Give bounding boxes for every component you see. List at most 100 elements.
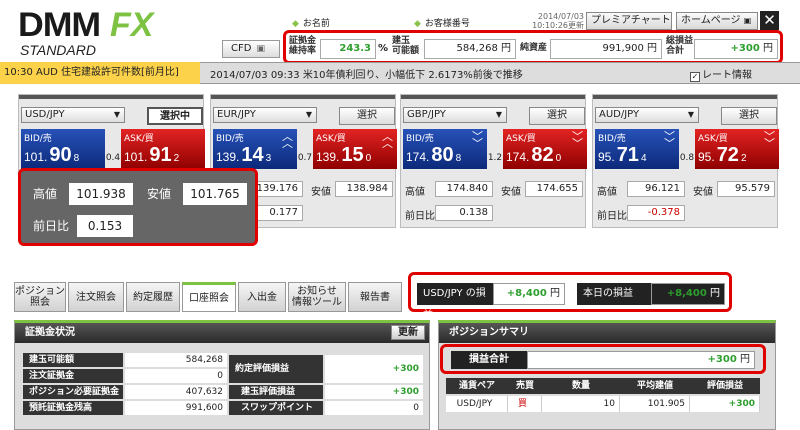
- bid-button[interactable]: BID/売 ﹀ ﹀ 174. 80 8: [403, 129, 487, 169]
- tab-execution-history[interactable]: 約定履歴: [126, 282, 180, 312]
- low-value: 138.984: [335, 181, 393, 197]
- total-pl-value: +300 円: [527, 351, 755, 369]
- economic-ticker[interactable]: 10:30 AUD 住宅建設許可件数[前月比]: [0, 62, 200, 84]
- rate-panel-gbpjpy: GBP/JPY ▼ 選択 BID/売 ﹀ ﹀ 174. 80 8 1.2 ASK/買 ﹀ ﹀ 17…: [400, 94, 587, 228]
- customer-name-label: ◆ お名前: [292, 19, 330, 29]
- high-label: 高値: [33, 187, 58, 201]
- select-button[interactable]: 選択: [721, 107, 777, 125]
- low-label: 安値: [311, 187, 331, 198]
- high-value: 174.840: [435, 181, 493, 197]
- select-button[interactable]: 選択: [529, 107, 585, 125]
- high-label: 高値: [597, 187, 617, 198]
- tab-positions[interactable]: ポジション 照会: [14, 282, 66, 312]
- bid-button[interactable]: BID/売 ﹀ ﹀ 95. 71 4: [595, 129, 679, 169]
- brand-logo-fx: FX: [110, 6, 154, 44]
- col-header[interactable]: 評価損益: [690, 378, 760, 394]
- homepage-button[interactable]: ホームページ ▣: [676, 12, 758, 30]
- bid-button[interactable]: BID/売 101. 90 8: [21, 129, 105, 169]
- ask-button[interactable]: ASK/買 101. 91 2: [121, 129, 205, 169]
- tab-orders[interactable]: 注文照会: [68, 282, 124, 312]
- tab-account[interactable]: 口座照会: [182, 282, 236, 312]
- row-label: 建玉可能額: [23, 353, 123, 367]
- total-pl-highlight: 損益合計 +300 円: [440, 344, 766, 374]
- col-header[interactable]: 数量: [542, 378, 620, 394]
- row-value: 991,600: [125, 401, 227, 415]
- news-headline[interactable]: 2014/07/03 09:33 米10年債利回り、小幅低下 2.6173%前後…: [210, 66, 523, 81]
- position-summary-title: ポジションサマリ: [439, 323, 775, 343]
- update-timestamp: 2014/07/03 10:10:26更新: [532, 12, 584, 30]
- close-button[interactable]: ✕: [760, 11, 779, 30]
- chevron-down-icon: ▼: [305, 110, 312, 119]
- position-pl-label: 建玉評価損益: [229, 385, 323, 399]
- available-amount-value: 584,268 円: [424, 39, 516, 59]
- pair-select[interactable]: EUR/JPY ▼: [213, 107, 317, 123]
- position-summary-section: ポジションサマリ: [438, 320, 776, 430]
- low-value: 101.765: [183, 183, 247, 205]
- row-label: 注文証拠金: [23, 369, 123, 383]
- today-pnl-label: 本日の損益: [577, 283, 651, 305]
- change-value: 0.138: [435, 205, 493, 221]
- select-button[interactable]: 選択中: [147, 107, 203, 125]
- change-label: 前日比: [597, 211, 627, 222]
- checkbox-icon: ✓: [690, 72, 700, 82]
- tab-reports[interactable]: 報告書: [348, 282, 402, 312]
- margin-status-title: 証拠金状況 更新: [15, 323, 429, 343]
- spread-value: 0.4: [105, 153, 121, 163]
- cell-pl: +300: [690, 396, 760, 412]
- row-value: 407,632: [125, 385, 227, 399]
- row-label: ポジション必要証拠金: [23, 385, 123, 399]
- ask-button[interactable]: ASK/買 ﹀ ﹀ 95. 72 2: [695, 129, 779, 169]
- premium-chart-button[interactable]: プレミアチャート: [586, 12, 672, 30]
- today-pnl-value: +8,400 円: [651, 283, 725, 305]
- position-pl-value: +300: [325, 385, 423, 399]
- swap-label: スワップポイント: [229, 401, 323, 415]
- change-value: 0.153: [77, 215, 133, 237]
- change-label: 前日比: [405, 211, 435, 222]
- low-label: 安値: [501, 187, 521, 198]
- tab-deposit-withdraw[interactable]: 入出金: [238, 282, 286, 312]
- chevron-up-icon: ︿ ︿: [382, 130, 393, 150]
- rate-panel-audjpy: AUD/JPY ▼ 選択 BID/売 ﹀ ﹀ 95. 71 4 0.8 ASK/買 ﹀ ﹀ 95.…: [592, 94, 779, 228]
- change-value: -0.378: [627, 205, 685, 221]
- margin-ratio-label: 証拠金 維持率: [289, 36, 317, 56]
- spread-value: 0.8: [679, 153, 695, 163]
- rate-info-checkbox[interactable]: ✓ レート情報: [690, 66, 752, 82]
- usdjpy-pnl-label: USD/JPY の損益: [417, 283, 493, 321]
- ask-button[interactable]: ASK/買 ﹀ ﹀ 174. 82 0: [503, 129, 587, 169]
- chevron-down-icon: ﹀ ﹀: [764, 130, 775, 150]
- col-header[interactable]: 平均建値: [620, 378, 690, 394]
- chevron-down-icon: ▼: [113, 110, 120, 119]
- col-header[interactable]: 通貨ペア: [446, 378, 508, 394]
- col-header[interactable]: 売買: [508, 378, 542, 394]
- cell-pair[interactable]: USD/JPY: [446, 396, 508, 412]
- change-label: 前日比: [33, 219, 70, 233]
- usdjpy-stats-highlight: 高値 101.938 安値 101.765 前日比 0.153: [18, 168, 258, 246]
- select-button[interactable]: 選択: [339, 107, 395, 125]
- net-assets-value: 991,900 円: [550, 39, 662, 59]
- cell-qty: 10: [542, 396, 620, 412]
- pair-select[interactable]: USD/JPY ▼: [21, 107, 125, 123]
- settled-pl-value: +300: [325, 355, 423, 383]
- total-pl-label: 損益合計: [451, 351, 527, 369]
- low-value: 95.579: [717, 181, 775, 197]
- cfd-button[interactable]: CFD ▣: [222, 40, 280, 58]
- row-value: 584,268: [125, 353, 227, 367]
- margin-status-section: 証拠金状況 更新 建玉可能額 584,268 注文証拠金 0 ポジション必要証拠金…: [14, 320, 430, 430]
- ask-button[interactable]: ASK/買 ︿ ︿ 139. 15 0: [313, 129, 397, 169]
- tab-news-tools[interactable]: お知らせ 情報ツール: [288, 282, 346, 312]
- cell-avg-price: 101.905: [620, 396, 690, 412]
- bullet-icon: ◆: [292, 19, 299, 29]
- pair-select[interactable]: GBP/JPY ▼: [403, 107, 507, 123]
- refresh-button[interactable]: 更新: [391, 325, 425, 340]
- bid-button[interactable]: BID/売 ︿ ︿ 139. 14 3: [213, 129, 297, 169]
- spread-value: 1.2: [487, 153, 503, 163]
- low-value: 174.655: [525, 181, 583, 197]
- row-value: 0: [125, 369, 227, 383]
- settled-pl-label: 約定評価損益: [229, 355, 323, 383]
- available-amount-label: 建玉 可能額: [392, 36, 420, 56]
- spread-value: 0.7: [297, 153, 313, 163]
- high-label: 高値: [405, 187, 425, 198]
- high-value: 96.121: [627, 181, 685, 197]
- usdjpy-pnl-value: +8,400 円: [493, 283, 565, 305]
- pair-select[interactable]: AUD/JPY ▼: [595, 107, 699, 123]
